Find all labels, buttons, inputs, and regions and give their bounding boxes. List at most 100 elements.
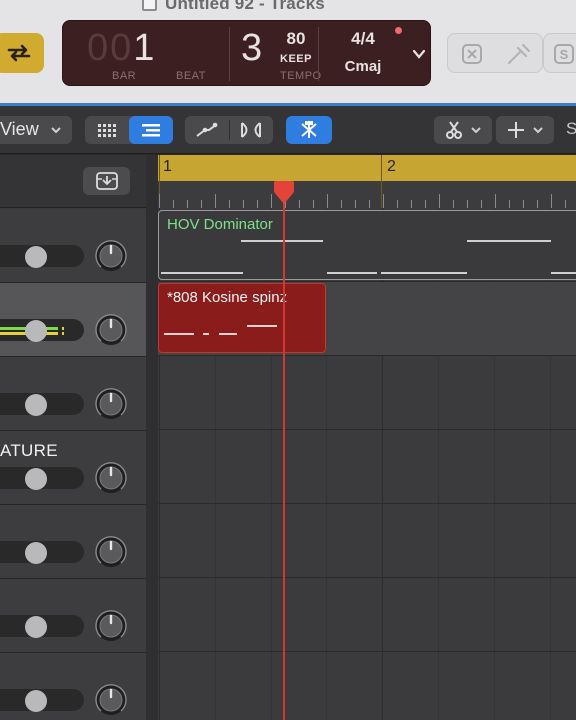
ruler-tick bbox=[299, 200, 300, 208]
ruler-tick bbox=[201, 200, 202, 208]
ruler-tick bbox=[411, 200, 412, 208]
close-box-icon[interactable] bbox=[461, 43, 483, 65]
time-signature[interactable]: 4/4 bbox=[331, 29, 395, 49]
ruler-tick bbox=[565, 200, 566, 208]
chevron-down-icon bbox=[51, 127, 61, 134]
bar-dim-digits: 00 bbox=[87, 27, 134, 69]
volume-handle[interactable] bbox=[25, 394, 47, 416]
ruler-tick bbox=[537, 200, 538, 208]
ruler-tick bbox=[509, 200, 510, 208]
lcd-menu-chevron-icon[interactable] bbox=[412, 47, 426, 66]
download-button[interactable] bbox=[83, 167, 130, 195]
midi-note bbox=[241, 240, 323, 242]
track-lane[interactable] bbox=[158, 430, 576, 504]
track-header[interactable] bbox=[0, 209, 146, 283]
ruler[interactable]: 1 2 bbox=[158, 155, 576, 208]
track-lane[interactable] bbox=[158, 504, 576, 578]
track-header[interactable] bbox=[0, 579, 146, 653]
ruler-tick bbox=[369, 200, 370, 208]
bar-label: BAR bbox=[112, 70, 137, 82]
track-lane[interactable] bbox=[158, 356, 576, 430]
download-icon bbox=[95, 172, 118, 190]
solo-group: S bbox=[543, 33, 576, 73]
lcd-divider bbox=[318, 27, 319, 81]
track-header[interactable] bbox=[0, 505, 146, 579]
window-title-text: Untitled 92 - Tracks bbox=[165, 0, 325, 13]
automation-button[interactable] bbox=[185, 116, 229, 144]
solo-icon[interactable]: S bbox=[553, 43, 575, 65]
volume-handle[interactable] bbox=[25, 320, 47, 342]
view-toggle-group bbox=[85, 116, 173, 144]
ruler-tick bbox=[173, 200, 174, 208]
track-header[interactable] bbox=[0, 283, 146, 357]
chevron-down-icon bbox=[471, 127, 481, 134]
document-icon bbox=[142, 0, 157, 11]
volume-handle[interactable] bbox=[25, 690, 47, 712]
track-header[interactable]: ATURE bbox=[0, 431, 146, 505]
cycle-button[interactable] bbox=[0, 33, 44, 73]
editing-group bbox=[447, 33, 543, 73]
region-808-kosine-spinz[interactable]: *808 Kosine spinz bbox=[158, 283, 326, 353]
midi-note bbox=[161, 272, 243, 274]
pan-knob-icon[interactable] bbox=[95, 314, 127, 346]
volume-handle[interactable] bbox=[25, 246, 47, 268]
midi-note bbox=[467, 240, 551, 242]
volume-handle[interactable] bbox=[25, 468, 47, 490]
bar-lit-digit: 1 bbox=[133, 27, 157, 69]
right-tool-menu[interactable] bbox=[496, 116, 554, 144]
pan-knob-icon[interactable] bbox=[95, 462, 127, 494]
region-hov-dominator[interactable]: HOV Dominator bbox=[158, 210, 576, 280]
track-lane[interactable] bbox=[158, 652, 576, 720]
volume-handle[interactable] bbox=[25, 616, 47, 638]
ruler-tick bbox=[313, 200, 314, 208]
pan-knob-icon[interactable] bbox=[95, 684, 127, 716]
tuner-icon[interactable] bbox=[506, 42, 532, 66]
ruler-tick bbox=[187, 200, 188, 208]
volume-handle[interactable] bbox=[25, 542, 47, 564]
left-tool-menu[interactable] bbox=[434, 116, 492, 144]
track-header[interactable] bbox=[0, 653, 146, 720]
view-menu[interactable]: View bbox=[0, 116, 72, 144]
midi-note bbox=[327, 272, 377, 274]
ruler-bar-2: 2 bbox=[387, 158, 396, 175]
region-name: HOV Dominator bbox=[167, 216, 273, 233]
ruler-tick bbox=[355, 200, 356, 208]
ruler-tick bbox=[341, 200, 342, 208]
pan-knob-icon[interactable] bbox=[95, 610, 127, 642]
automation-curve-icon bbox=[196, 122, 218, 137]
list-icon bbox=[142, 124, 160, 137]
tracks-area[interactable]: HOV Dominator *808 Kosine spinz bbox=[158, 208, 576, 720]
ruler-tick bbox=[383, 194, 384, 208]
ruler-tick bbox=[551, 194, 552, 208]
pan-knob-icon[interactable] bbox=[95, 388, 127, 420]
ruler-tick bbox=[439, 194, 440, 208]
chevron-down-icon bbox=[533, 127, 543, 134]
tempo-label: TEMPO bbox=[280, 70, 322, 82]
playhead-line[interactable] bbox=[283, 196, 285, 720]
midi-note bbox=[164, 333, 194, 335]
catch-button[interactable] bbox=[286, 116, 332, 144]
bar-position[interactable]: 001 bbox=[87, 27, 156, 70]
flex-button[interactable] bbox=[229, 116, 273, 144]
ruler-tick bbox=[481, 200, 482, 208]
control-bar: Untitled 92 - Tracks 001 3 BAR BEAT 80 K… bbox=[0, 0, 576, 103]
view-menu-label: View bbox=[0, 119, 39, 139]
pan-knob-icon[interactable] bbox=[95, 536, 127, 568]
key-signature[interactable]: Cmaj bbox=[331, 58, 395, 75]
bar-marker bbox=[381, 155, 382, 208]
region-name: *808 Kosine spinz bbox=[167, 289, 288, 306]
pan-knob-icon[interactable] bbox=[95, 240, 127, 272]
grid-view-button[interactable] bbox=[85, 116, 129, 144]
midi-note bbox=[203, 333, 209, 335]
cycle-region[interactable] bbox=[158, 155, 576, 181]
lcd-display[interactable]: 001 3 BAR BEAT 80 KEEP TEMPO 4/4 Cmaj bbox=[62, 20, 431, 86]
tempo-value[interactable]: 80 bbox=[262, 29, 330, 49]
beat-position[interactable]: 3 bbox=[241, 27, 262, 70]
track-header[interactable] bbox=[0, 357, 146, 431]
playhead-handle-icon[interactable] bbox=[272, 180, 296, 206]
track-lane[interactable] bbox=[158, 578, 576, 652]
window-title: Untitled 92 - Tracks bbox=[142, 0, 325, 14]
automation-group bbox=[185, 116, 273, 144]
tempo-mode: KEEP bbox=[280, 53, 312, 65]
tracks-view-button[interactable] bbox=[129, 116, 173, 144]
